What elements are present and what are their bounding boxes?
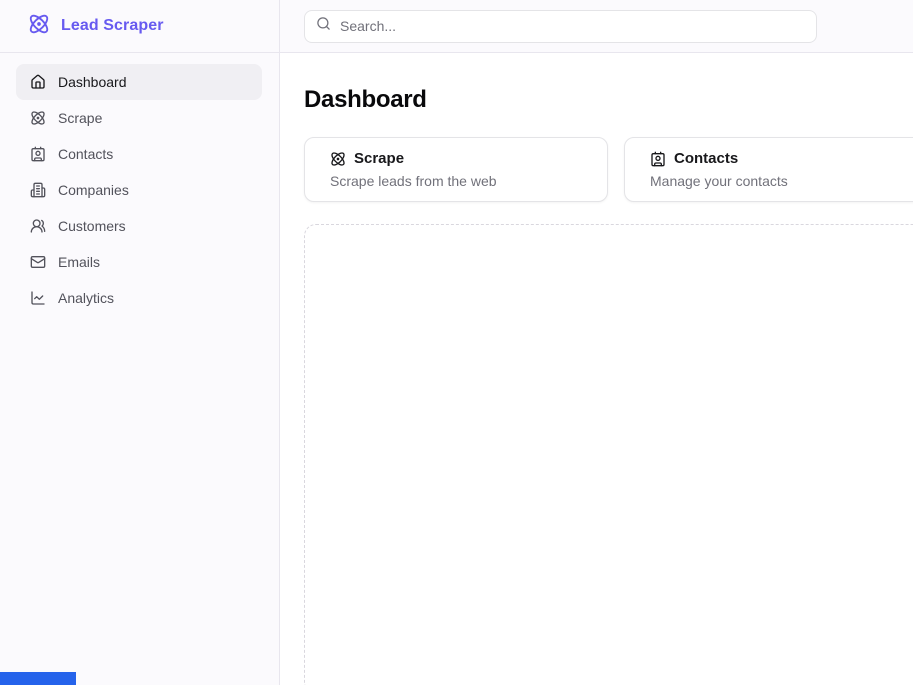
search-icon [316, 16, 331, 31]
contact-icon [30, 146, 46, 162]
mail-icon [30, 254, 46, 270]
app-window: Lead Scraper Dashboard Scrape Contacts Comp… [0, 0, 913, 685]
atom-icon [30, 110, 46, 126]
contact-icon [650, 151, 666, 167]
card-contacts[interactable]: Contacts Manage your contacts [624, 137, 913, 202]
brand-name: Lead Scraper [61, 17, 164, 35]
app-logo: Lead Scraper [0, 0, 280, 53]
card-subtitle: Manage your contacts [650, 173, 902, 190]
house-icon [30, 74, 46, 90]
card-scrape[interactable]: Scrape Scrape leads from the web [304, 137, 608, 202]
main-content: Dashboard Scrape Scrape leads from the we… [281, 53, 913, 685]
sidebar-item-label: Contacts [58, 146, 113, 162]
search-box[interactable] [304, 10, 817, 43]
progress-bar [0, 672, 76, 685]
sidebar-item-contacts[interactable]: Contacts [16, 136, 262, 172]
search-icon [316, 16, 331, 36]
card-title: Scrape [354, 150, 404, 168]
card-title: Contacts [674, 150, 738, 168]
atom-icon [28, 13, 50, 35]
sidebar-item-companies[interactable]: Companies [16, 172, 262, 208]
sidebar-item-dashboard[interactable]: Dashboard [16, 64, 262, 100]
quick-cards-row: Scrape Scrape leads from the web Contacts M… [304, 137, 913, 202]
page-title: Dashboard [304, 85, 913, 114]
users-icon [30, 218, 46, 234]
sidebar-item-emails[interactable]: Emails [16, 244, 262, 280]
sidebar-item-label: Scrape [58, 110, 102, 126]
sidebar-item-label: Companies [58, 182, 129, 198]
atom-icon [330, 151, 346, 167]
card-header: Contacts [650, 150, 902, 168]
sidebar-item-scrape[interactable]: Scrape [16, 100, 262, 136]
sidebar-item-customers[interactable]: Customers [16, 208, 262, 244]
empty-dashed-placeholder [304, 224, 913, 685]
sidebar-item-label: Emails [58, 254, 100, 270]
chart-line-icon [30, 290, 46, 306]
sidebar-item-analytics[interactable]: Analytics [16, 280, 262, 316]
search-input[interactable] [340, 18, 805, 34]
topbar [280, 0, 913, 53]
sidebar-item-label: Dashboard [58, 74, 127, 90]
sidebar: Dashboard Scrape Contacts Companies Customer… [0, 53, 280, 685]
sidebar-item-label: Customers [58, 218, 126, 234]
sidebar-item-label: Analytics [58, 290, 114, 306]
card-subtitle: Scrape leads from the web [330, 173, 582, 190]
atom-icon [28, 13, 50, 40]
card-header: Scrape [330, 150, 582, 168]
building-icon [30, 182, 46, 198]
sidebar-nav: Dashboard Scrape Contacts Companies Customer… [0, 53, 279, 316]
